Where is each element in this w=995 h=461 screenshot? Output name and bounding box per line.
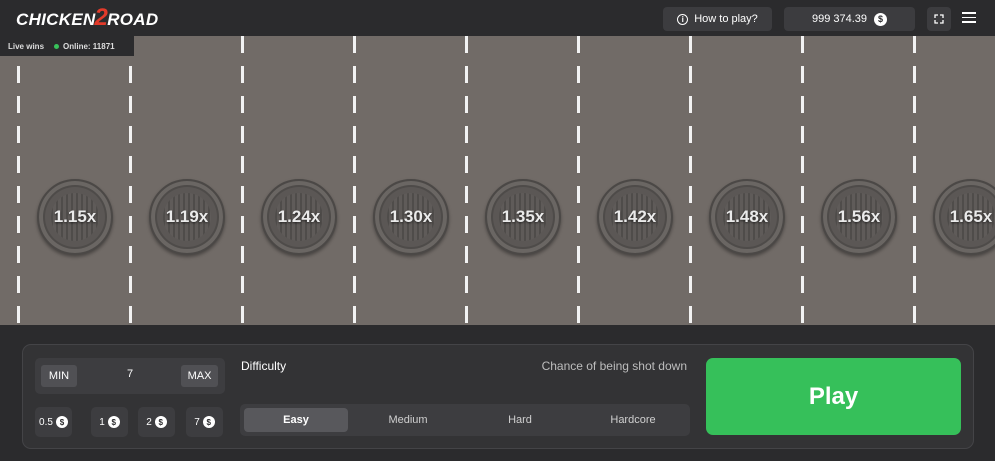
game-logo: CHICKEN 2 ROAD [16,4,159,32]
multiplier-value: 1.65x [949,207,993,226]
multiplier-value: 1.35x [501,207,545,226]
multiplier-value: 1.15x [53,207,97,226]
multiplier-value: 1.24x [277,207,321,226]
tab-medium[interactable]: Medium [356,408,460,432]
multiplier-manhole[interactable]: 1.35x [485,179,561,255]
quick-bet-button[interactable]: 7 $ [186,407,223,437]
chance-label: Chance of being shot down [541,359,687,373]
lane-divider [577,36,580,325]
multiplier-value: 1.19x [165,207,209,226]
top-bar: CHICKEN 2 ROAD i How to play? 999 374.39… [0,0,995,36]
bet-amount-input[interactable]: 7 [95,368,165,380]
difficulty-label: Difficulty [241,359,287,373]
fullscreen-icon [934,14,944,24]
online-count: Online: 11871 [54,42,115,51]
coin-icon: $ [874,12,888,26]
fullscreen-button[interactable] [927,7,951,31]
lane-divider [241,36,244,325]
bet-amount-control: MIN 7 MAX [35,358,225,394]
live-wins-bar: Live wins Online: 11871 [0,36,134,56]
quick-bet-value: 1 [99,416,105,428]
quick-bet-value: 2 [146,416,152,428]
difficulty-selector: Easy Medium Hard Hardcore [240,404,690,436]
quick-bet-value: 0.5 [39,416,53,428]
quick-bet-button[interactable]: 0.5 $ [35,407,72,437]
multiplier-manhole[interactable]: 1.42x [597,179,673,255]
online-count-text: Online: 11871 [63,41,115,51]
multiplier-manhole[interactable]: 1.24x [261,179,337,255]
multiplier-value: 1.48x [725,207,769,226]
min-bet-button[interactable]: MIN [41,365,77,387]
multiplier-value: 1.56x [837,207,881,226]
quick-bet-button[interactable]: 1 $ [91,407,128,437]
tab-hardcore[interactable]: Hardcore [580,408,686,432]
online-dot-icon [54,43,60,49]
lane-divider [129,36,132,325]
multiplier-manhole[interactable]: 1.19x [149,179,225,255]
multiplier-manhole[interactable]: 1.48x [709,179,785,255]
control-panel: MIN 7 MAX 0.5 $ 1 $ 2 $ 7 $ Difficulty C… [22,344,974,449]
lane-divider [689,36,692,325]
hamburger-menu-icon[interactable] [962,12,976,23]
max-bet-button[interactable]: MAX [181,365,218,387]
coin-icon: $ [202,416,215,428]
multiplier-manhole[interactable]: 1.30x [373,179,449,255]
lane-divider [913,36,916,325]
multiplier-manhole[interactable]: 1.56x [821,179,897,255]
live-wins-label: Live wins [8,41,45,51]
lane-divider [801,36,804,325]
logo-text-right: ROAD [107,10,159,29]
multiplier-value: 1.42x [613,207,657,226]
game-road: 1.15x 1.19x 1.24x 1.30x 1.35x 1.42x 1.48… [0,36,995,325]
lane-divider [17,36,20,325]
lane-divider [353,36,356,325]
tab-easy[interactable]: Easy [244,408,348,432]
how-to-play-label: How to play? [694,13,758,25]
help-icon: i [677,13,689,25]
how-to-play-button[interactable]: i How to play? [663,7,772,31]
logo-text-left: CHICKEN [16,10,96,29]
lane-divider [465,36,468,325]
coin-icon: $ [107,416,120,428]
balance-display: 999 374.39 $ [784,7,915,31]
logo-text-mid: 2 [94,4,109,31]
quick-bet-button[interactable]: 2 $ [138,407,175,437]
multiplier-manhole[interactable]: 1.65x [933,179,995,255]
coin-icon: $ [154,416,167,428]
coin-icon: $ [55,416,68,428]
tab-hard[interactable]: Hard [468,408,572,432]
play-button[interactable]: Play [706,358,961,435]
quick-bet-value: 7 [194,416,200,428]
multiplier-manhole[interactable]: 1.15x [37,179,113,255]
multiplier-value: 1.30x [389,207,433,226]
balance-value: 999 374.39 [811,13,868,25]
